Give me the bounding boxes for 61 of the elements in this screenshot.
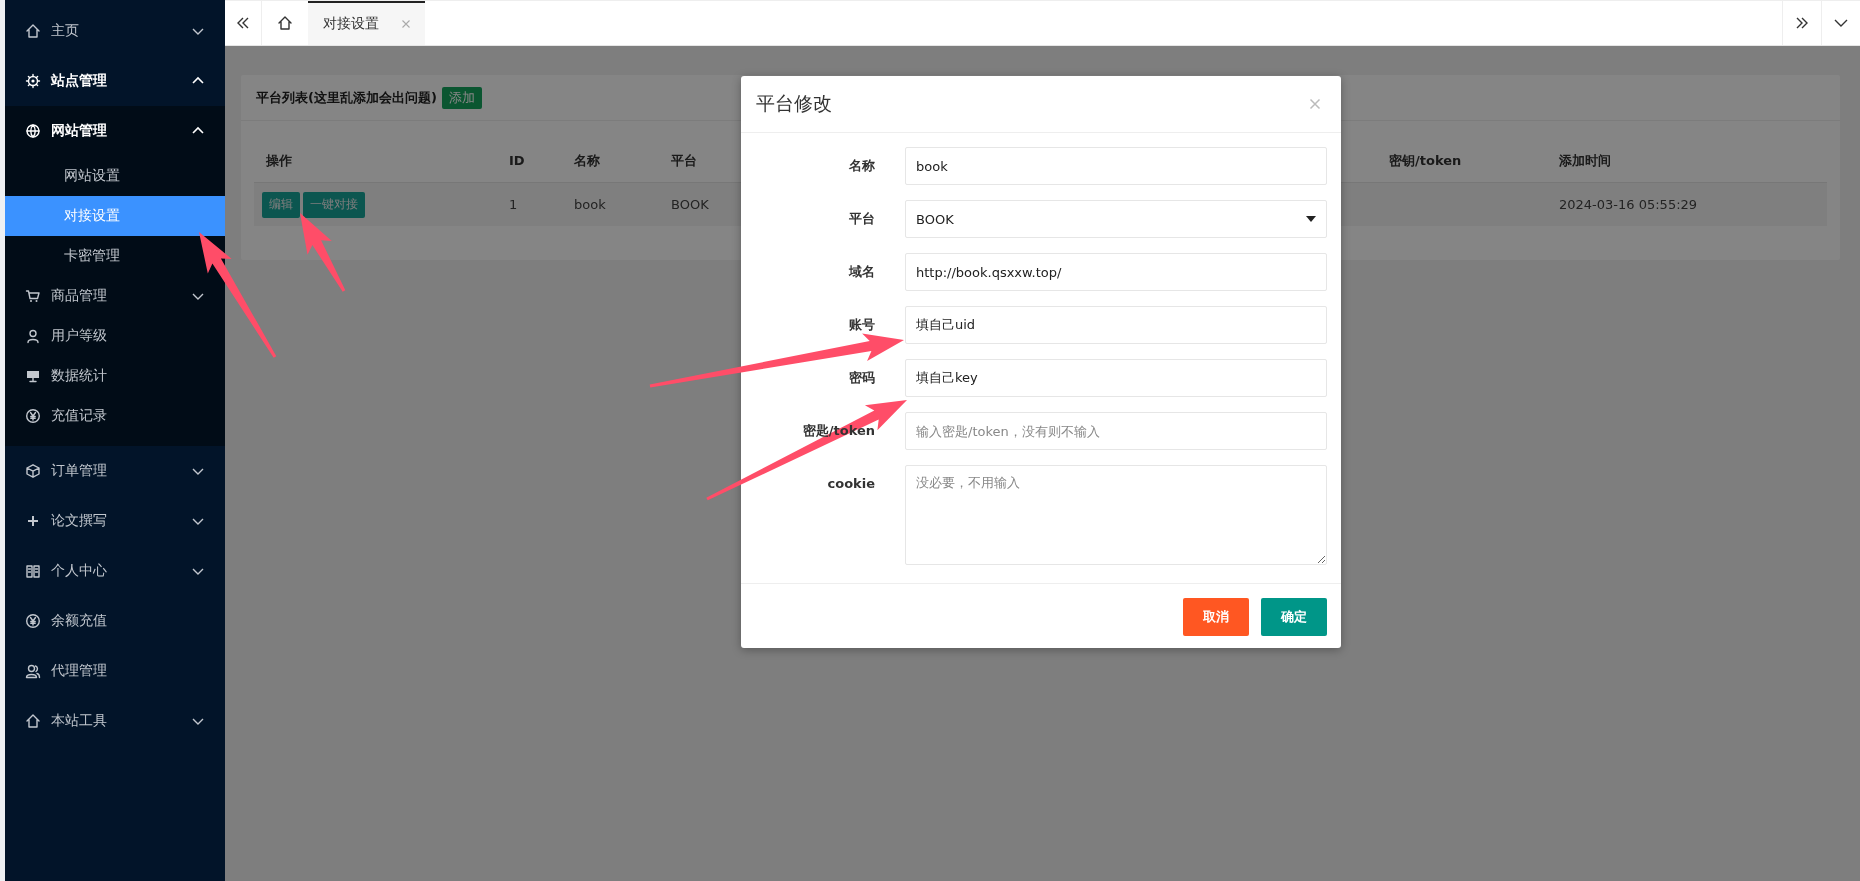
sidebar-item[interactable]: 站点管理 bbox=[5, 56, 225, 106]
field-label: 密码 bbox=[849, 370, 875, 385]
cube-icon bbox=[25, 463, 41, 479]
cart-icon bbox=[25, 288, 41, 304]
sidebar-item[interactable]: 卡密管理 bbox=[64, 236, 120, 276]
card-title: 平台列表(这里乱添加会出问题) bbox=[256, 88, 437, 107]
input-field[interactable]: book bbox=[905, 147, 1327, 185]
sidebar-item[interactable]: 网站管理 bbox=[5, 106, 225, 156]
field-label: 平台 bbox=[849, 211, 875, 226]
users-icon bbox=[25, 663, 41, 679]
book-icon bbox=[25, 563, 41, 579]
sidebar-item[interactable]: 商品管理 bbox=[5, 276, 225, 316]
confirm-button[interactable]: 确定 bbox=[1261, 598, 1327, 636]
select-field[interactable]: BOOK bbox=[905, 200, 1327, 238]
input-field[interactable]: 填自己key bbox=[905, 359, 1327, 397]
home-icon bbox=[277, 15, 293, 31]
plus-icon bbox=[25, 513, 41, 529]
input-field[interactable]: 填自己uid bbox=[905, 306, 1327, 344]
field-label: 域名 bbox=[849, 264, 875, 279]
column-header: 名称 bbox=[574, 152, 600, 168]
input-field[interactable]: 输入密匙/token，没有则不输入 bbox=[905, 412, 1327, 450]
column-header: 密钥/token bbox=[1389, 152, 1462, 168]
user-icon bbox=[25, 328, 41, 344]
double-chevron-right-icon bbox=[1794, 15, 1810, 31]
home-icon bbox=[25, 23, 41, 39]
field-label: 名称 bbox=[849, 158, 875, 173]
close-icon bbox=[401, 19, 411, 29]
table-cell: book bbox=[574, 197, 606, 212]
field-label: 账号 bbox=[849, 317, 875, 332]
yen-icon bbox=[25, 408, 41, 424]
gear-icon bbox=[25, 73, 41, 89]
sidebar-item[interactable]: 订单管理 bbox=[5, 446, 225, 496]
sidebar-item[interactable]: 网站设置 bbox=[64, 156, 120, 196]
caret-down-icon bbox=[1306, 216, 1316, 222]
table-cell: 2024-03-16 05:55:29 bbox=[1559, 197, 1698, 212]
dialog-title: 平台修改 bbox=[756, 91, 832, 116]
tab[interactable]: 对接设置 bbox=[308, 1, 425, 45]
home-icon bbox=[25, 713, 41, 729]
close-icon bbox=[1309, 98, 1321, 110]
input-field[interactable]: http://book.qsxxw.top/ bbox=[905, 253, 1327, 291]
sidebar-item[interactable]: 用户等级 bbox=[5, 316, 225, 356]
sidebar-item[interactable]: 代理管理 bbox=[5, 646, 225, 696]
yen-icon bbox=[25, 613, 41, 629]
monitor-icon bbox=[25, 368, 41, 384]
table-cell: BOOK bbox=[671, 197, 709, 212]
sidebar-item[interactable]: 余额充值 bbox=[5, 596, 225, 646]
sidebar-item[interactable]: 充值记录 bbox=[5, 396, 225, 436]
column-header: 操作 bbox=[266, 152, 292, 168]
column-header: 添加时间 bbox=[1559, 152, 1611, 168]
text-area[interactable]: 没必要，不用输入 bbox=[905, 465, 1327, 565]
sidebar-item[interactable]: 论文撰写 bbox=[5, 496, 225, 546]
sidebar-item[interactable]: 数据统计 bbox=[5, 356, 225, 396]
double-chevron-left-icon bbox=[235, 15, 251, 31]
table-cell: 1 bbox=[509, 197, 518, 212]
globe-icon bbox=[25, 123, 41, 139]
column-header: 平台 bbox=[671, 152, 697, 168]
sidebar-item[interactable]: 个人中心 bbox=[5, 546, 225, 596]
field-label: cookie bbox=[827, 476, 875, 491]
sidebar-item[interactable]: 主页 bbox=[5, 6, 225, 56]
column-header: ID bbox=[509, 153, 525, 168]
sidebar-item[interactable]: 本站工具 bbox=[5, 696, 225, 746]
